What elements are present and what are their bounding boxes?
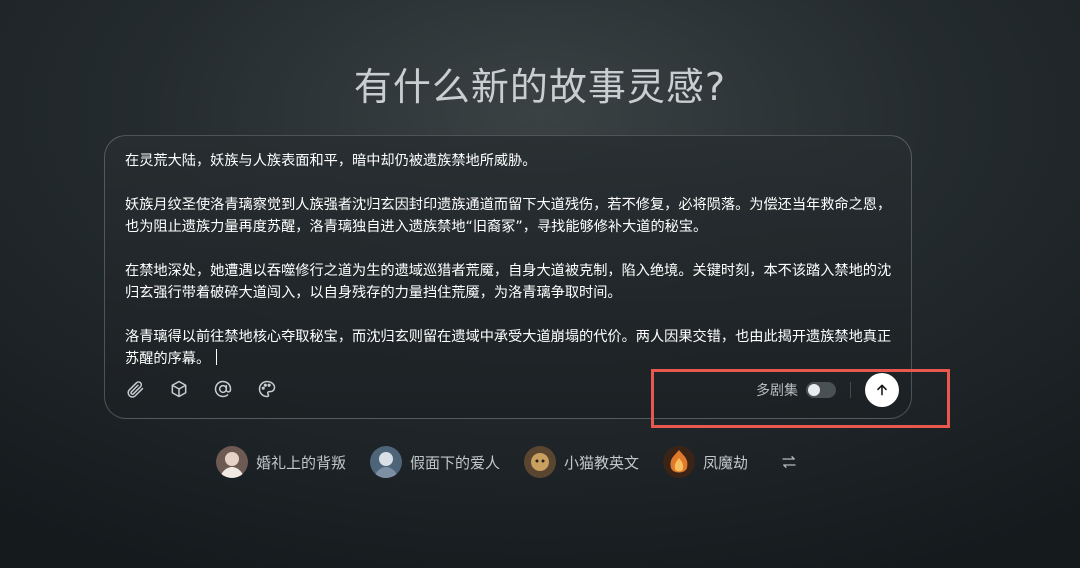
page-title: 有什么新的故事灵感? xyxy=(353,65,727,109)
suggestion-label: 假面下的爱人 xyxy=(410,453,501,472)
story-paragraph-text: 洛青璃得以前往禁地核心夺取秘宝，而沈归玄则留在遗域中承受大道崩塌的代价。两人因果… xyxy=(125,329,892,367)
suggestion-list: 婚礼上的背叛 假面下的爱人 小猫教英文 凤魔劫 xyxy=(216,446,798,478)
at-icon[interactable] xyxy=(213,379,233,399)
suggestion-label: 婚礼上的背叛 xyxy=(256,453,347,472)
story-paragraph: 在禁地深处，她遭遇以吞噬修行之道为生的遗域巡猎者荒魇，自身大道被克制，陷入绝境。… xyxy=(125,263,892,301)
story-paragraph-last: 洛青璃得以前往禁地核心夺取秘宝，而沈归玄则留在遗域中承受大道崩塌的代价。两人因果… xyxy=(125,326,897,370)
suggestion-item[interactable]: 婚礼上的背叛 xyxy=(216,446,346,478)
swap-arrows-icon[interactable] xyxy=(780,453,798,471)
paperclip-icon[interactable] xyxy=(125,379,145,399)
avatar xyxy=(524,446,557,478)
avatar xyxy=(370,446,403,478)
suggestion-item[interactable]: 假面下的爱人 xyxy=(370,446,500,478)
story-paragraph: 妖族月纹圣使洛青璃察觉到人族强者沈归玄因封印遗族通道而留下大道残伤，若不修复，必… xyxy=(125,197,892,235)
composer-toolbar xyxy=(125,379,277,399)
avatar xyxy=(663,446,696,478)
suggestion-item[interactable]: 凤魔劫 xyxy=(663,446,748,478)
text-caret xyxy=(216,349,218,365)
annotation-highlight-box xyxy=(651,369,950,428)
avatar xyxy=(216,446,248,478)
cube-icon[interactable] xyxy=(169,379,189,399)
suggestion-label: 小猫教英文 xyxy=(564,453,640,472)
story-text[interactable]: 在灵荒大陆，妖族与人族表面和平，暗中却仍被遗族禁地所威胁。 妖族月纹圣使洛青璃察… xyxy=(125,150,897,370)
suggestion-label: 凤魔劫 xyxy=(703,453,749,472)
story-paragraph: 在灵荒大陆，妖族与人族表面和平，暗中却仍被遗族禁地所威胁。 xyxy=(125,153,537,169)
palette-icon[interactable] xyxy=(257,379,277,399)
suggestion-item[interactable]: 小猫教英文 xyxy=(524,446,639,478)
